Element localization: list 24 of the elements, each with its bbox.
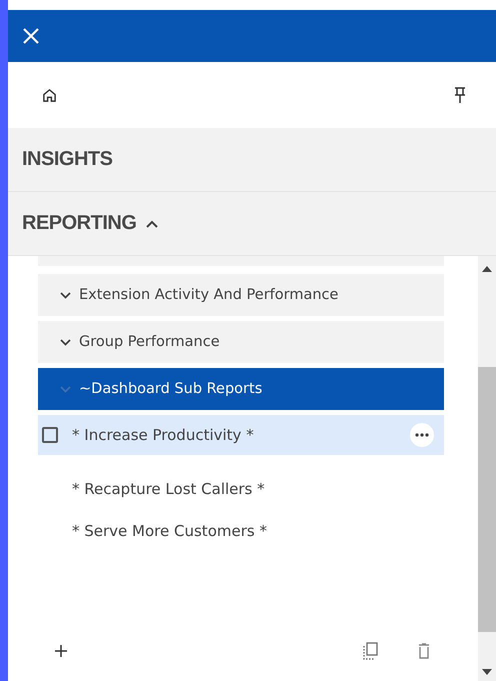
close-button[interactable]	[22, 27, 40, 45]
add-icon[interactable]	[54, 644, 68, 658]
section-header[interactable]: REPORTING	[8, 192, 496, 256]
report-item[interactable]: * Serve More Customers *	[38, 511, 444, 551]
more-icon	[415, 433, 429, 437]
copy-icon[interactable]	[362, 642, 378, 660]
chevron-icon	[60, 338, 71, 346]
section-header[interactable]: INSIGHTS	[8, 128, 496, 192]
scrollbar[interactable]	[478, 256, 496, 681]
more-button[interactable]	[410, 423, 434, 447]
report-item[interactable]: * Recapture Lost Callers *	[38, 469, 444, 509]
chevron-icon	[60, 386, 71, 392]
folder-item[interactable]: Extension Activity And Performance	[38, 274, 444, 316]
folder-item[interactable]: Group Performance	[38, 321, 444, 363]
delete-icon[interactable]	[418, 643, 430, 659]
caret-icon	[146, 220, 158, 228]
pin-icon[interactable]	[454, 86, 466, 104]
checkbox[interactable]	[42, 427, 58, 443]
chevron-icon	[60, 292, 71, 298]
home-icon[interactable]	[42, 88, 57, 102]
scroll-up-icon[interactable]	[482, 266, 492, 272]
folder-item[interactable]: ~Dashboard Sub Reports	[38, 368, 444, 410]
report-item[interactable]: * Increase Productivity *	[38, 415, 444, 455]
scroll-down-icon[interactable]	[482, 669, 492, 675]
